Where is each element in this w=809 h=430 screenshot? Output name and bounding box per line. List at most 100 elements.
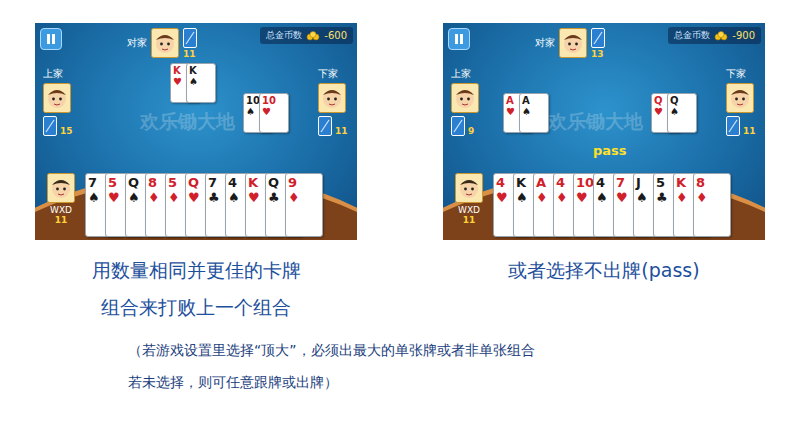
- caption: 用数量相同并更佳的卡牌组合来打败上一个组合: [35, 252, 357, 326]
- game-screenshot: 总金币数-900欢乐锄大地对家13上家9下家11A♥A♠Q♥Q♠passWXD1…: [443, 23, 765, 240]
- opponent-seat: 对家11: [127, 28, 197, 59]
- coin-box: 总金币数 -900: [668, 27, 761, 44]
- card-suit: ♠: [516, 191, 528, 206]
- avatar-icon: [726, 83, 754, 113]
- player-name: WXD: [458, 205, 480, 215]
- card-suit: ♥: [173, 76, 182, 87]
- card-back-icon: [183, 28, 197, 48]
- card-suit: ♠: [636, 191, 648, 206]
- played-card: 10♥: [259, 93, 289, 133]
- card-suit: ♠: [670, 106, 679, 117]
- seat-label: 对家: [535, 36, 555, 50]
- card-suit: ♠: [128, 191, 140, 206]
- avatar-icon: [43, 83, 71, 113]
- card-suit: ♥: [496, 191, 508, 206]
- coin-value: -900: [732, 30, 755, 41]
- pause-icon: [45, 33, 57, 45]
- card-suit: ♠: [246, 106, 255, 117]
- card-rank: Q: [268, 176, 279, 191]
- player-seat: WXD11: [43, 173, 79, 225]
- card-rank: K: [516, 176, 526, 191]
- coin-icon: [714, 31, 728, 41]
- card-suit: ♥: [108, 191, 120, 206]
- note-line: （若游戏设置里选择“顶大”，必须出最大的单张牌或者非单张组合: [128, 334, 809, 366]
- card-suit: ♥: [506, 106, 515, 117]
- card-rank: K: [676, 176, 686, 191]
- card-rank: 4: [596, 176, 605, 191]
- card-rank: 10: [576, 176, 594, 191]
- screens-row: 总金币数-600欢乐锄大地对家11上家15下家11K♥K♠10♠10♥WXD11…: [0, 0, 809, 326]
- card-suit: ♠: [88, 191, 100, 206]
- rule-note: （若游戏设置里选择“顶大”，必须出最大的单张牌或者非单张组合若未选择，则可任意跟…: [0, 334, 809, 398]
- card-back-icon: [43, 116, 57, 136]
- player-seat: WXD11: [451, 173, 487, 225]
- card-count: 11: [335, 126, 348, 136]
- card-count: 9: [468, 126, 474, 136]
- watermark: 欢乐锄大地: [140, 109, 235, 135]
- tutorial-page: 总金币数-600欢乐锄大地对家11上家15下家11K♥K♠10♠10♥WXD11…: [0, 0, 809, 430]
- card-count: 15: [60, 126, 73, 136]
- played-cards: A♥A♠: [503, 93, 549, 133]
- card-suit: ♣: [208, 191, 220, 206]
- pause-button[interactable]: [448, 28, 470, 50]
- opponent-seat: 下家11: [726, 67, 756, 136]
- caption-line: 组合来打败上一个组合: [35, 289, 357, 326]
- card-rank: 10: [246, 95, 260, 106]
- card-rank: 7: [616, 176, 625, 191]
- card-suit: ♦: [676, 191, 688, 206]
- card-suit: ♦: [536, 191, 548, 206]
- card-suit: ♥: [188, 191, 200, 206]
- caption-line: 或者选择不出牌(pass): [443, 252, 765, 289]
- card-suit: ♣: [268, 191, 280, 206]
- card-rank: 9: [288, 176, 297, 191]
- played-cards: K♥K♠: [170, 63, 216, 103]
- coin-label: 总金币数: [266, 29, 302, 42]
- card-rank: 8: [696, 176, 705, 191]
- card-rank: 4: [496, 176, 505, 191]
- card-rank: K: [189, 65, 197, 76]
- hand-card[interactable]: 8♦: [693, 173, 731, 237]
- card-rank: K: [173, 65, 181, 76]
- coin-label: 总金币数: [674, 29, 710, 42]
- card-suit: ♥: [576, 191, 588, 206]
- opponent-seat: 对家 13: [535, 28, 605, 59]
- played-card: A♠: [519, 93, 549, 133]
- card-count: 11: [463, 215, 476, 225]
- card-suit: ♦: [168, 191, 180, 206]
- screen-column: 总金币数-600欢乐锄大地对家11上家15下家11K♥K♠10♠10♥WXD11…: [35, 23, 357, 326]
- card-back-icon: [451, 116, 465, 136]
- caption: 或者选择不出牌(pass): [443, 252, 765, 289]
- card-rank: 4: [556, 176, 565, 191]
- card-rank: A: [506, 95, 514, 106]
- player-hand: 7♠5♥Q♠8♦5♦Q♥7♣4♠K♥Q♣9♦: [85, 173, 323, 237]
- coin-icon: [306, 31, 320, 41]
- card-count: 11: [183, 49, 196, 59]
- coin-box: 总金币数-600: [260, 27, 353, 44]
- card-rank: 5: [656, 176, 665, 191]
- card-rank: 10: [262, 95, 276, 106]
- card-suit: ♥: [654, 106, 663, 117]
- card-rank: Q: [654, 95, 663, 106]
- avatar-icon: [559, 28, 587, 58]
- seat-label: 上家: [451, 67, 471, 81]
- hand-card[interactable]: 9♦: [285, 173, 323, 237]
- card-count: 13: [591, 49, 604, 59]
- pause-button[interactable]: [40, 28, 62, 50]
- avatar-icon: [318, 83, 346, 113]
- played-card: K♠: [186, 63, 216, 103]
- avatar-icon: [151, 28, 179, 58]
- card-suit: ♦: [556, 191, 568, 206]
- avatar-icon: [454, 173, 484, 203]
- card-rank: J: [636, 176, 641, 191]
- opponent-seat: 下家11: [318, 67, 348, 136]
- card-suit: ♥: [248, 191, 260, 206]
- player-hand: 4♥K♠A♦4♦10♥4♠7♥J♠5♣K♦8♦: [493, 173, 731, 237]
- game-screenshot: 总金币数-600欢乐锄大地对家11上家15下家11K♥K♠10♠10♥WXD11…: [35, 23, 357, 240]
- card-suit: ♥: [262, 106, 271, 117]
- card-back-icon: [726, 116, 740, 136]
- watermark: 欢乐锄大地: [548, 109, 643, 135]
- played-card: Q♠: [667, 93, 697, 133]
- card-count: 11: [55, 215, 68, 225]
- card-rank: A: [522, 95, 530, 106]
- card-rank: 7: [208, 176, 217, 191]
